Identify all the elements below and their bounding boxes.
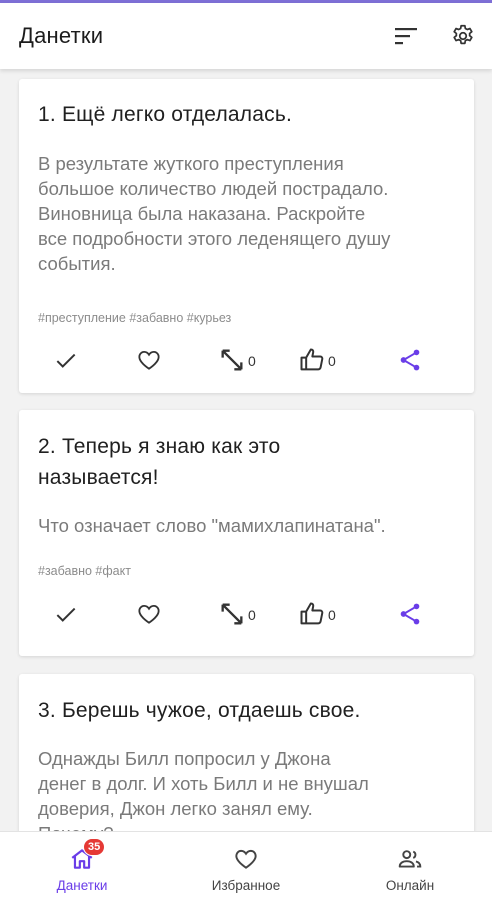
like-button[interactable]: 0	[298, 596, 336, 632]
nav-item-online[interactable]: Онлайн	[328, 832, 492, 900]
heart-icon	[138, 350, 160, 370]
expand-arrows-icon	[221, 349, 243, 371]
favorite-button[interactable]	[135, 342, 163, 378]
share-button[interactable]	[397, 596, 423, 632]
puzzle-card[interactable]: 1. Ещё легко отделалась. В результате жу…	[19, 79, 474, 393]
check-icon	[56, 607, 76, 622]
difficulty-button[interactable]: 0	[218, 342, 256, 378]
card-actions: 0 0	[19, 596, 474, 632]
nav-item-favorites[interactable]: Избранное	[164, 832, 328, 900]
puzzle-title: 2. Теперь я знаю как это называется!	[38, 435, 281, 489]
puzzle-description: Однажды Билл попросил у Джона денег в до…	[38, 748, 369, 831]
nav-label: Избранное	[211, 878, 281, 893]
puzzle-card[interactable]: 2. Теперь я знаю как это называется! Что…	[19, 410, 474, 656]
bottom-navigation: 35 Данетки Избранное Онлайн	[0, 831, 492, 900]
puzzle-tags: #преступление #забавно #курьез	[38, 311, 232, 325]
page-title: Данетки	[19, 23, 104, 48]
like-count: 0	[328, 607, 336, 623]
notification-badge: 35	[83, 838, 106, 856]
nav-item-puzzles[interactable]: 35 Данетки	[0, 832, 164, 900]
like-button[interactable]: 0	[298, 342, 336, 378]
gear-icon	[453, 24, 473, 45]
difficulty-button[interactable]: 0	[218, 596, 256, 632]
heart-icon	[138, 604, 160, 624]
puzzle-description: Что означает слово "мамихлапинатана".	[38, 515, 386, 536]
people-icon	[398, 850, 422, 868]
card-actions: 0 0	[19, 342, 474, 378]
share-icon	[400, 603, 420, 625]
nav-label: Онлайн	[385, 878, 435, 893]
difficulty-count: 0	[248, 353, 256, 369]
app-bar: Данетки	[0, 3, 492, 69]
check-icon	[56, 353, 76, 368]
thumb-up-icon	[300, 602, 324, 625]
settings-button[interactable]	[448, 21, 478, 51]
thumb-up-icon	[300, 348, 324, 371]
heart-icon	[235, 849, 257, 869]
sort-icon	[395, 28, 417, 45]
puzzle-title: 1. Ещё легко отделалась.	[38, 103, 292, 126]
nav-label: Данетки	[56, 878, 108, 893]
puzzle-title: 3. Берешь чужое, отдаешь свое.	[38, 699, 361, 722]
puzzle-description: В результате жуткого преступления большо…	[38, 153, 391, 274]
puzzle-tags: #забавно #факт	[38, 564, 131, 578]
mark-solved-button[interactable]	[53, 342, 79, 378]
share-icon	[400, 349, 420, 371]
share-button[interactable]	[397, 342, 423, 378]
difficulty-count: 0	[248, 607, 256, 623]
like-count: 0	[328, 353, 336, 369]
expand-arrows-icon	[221, 603, 243, 625]
sort-button[interactable]	[391, 21, 421, 51]
puzzle-feed[interactable]: 1. Ещё легко отделалась. В результате жу…	[0, 69, 492, 831]
mark-solved-button[interactable]	[53, 596, 79, 632]
favorite-button[interactable]	[135, 596, 163, 632]
puzzle-card[interactable]: 3. Берешь чужое, отдаешь свое. Однажды Б…	[19, 674, 474, 831]
